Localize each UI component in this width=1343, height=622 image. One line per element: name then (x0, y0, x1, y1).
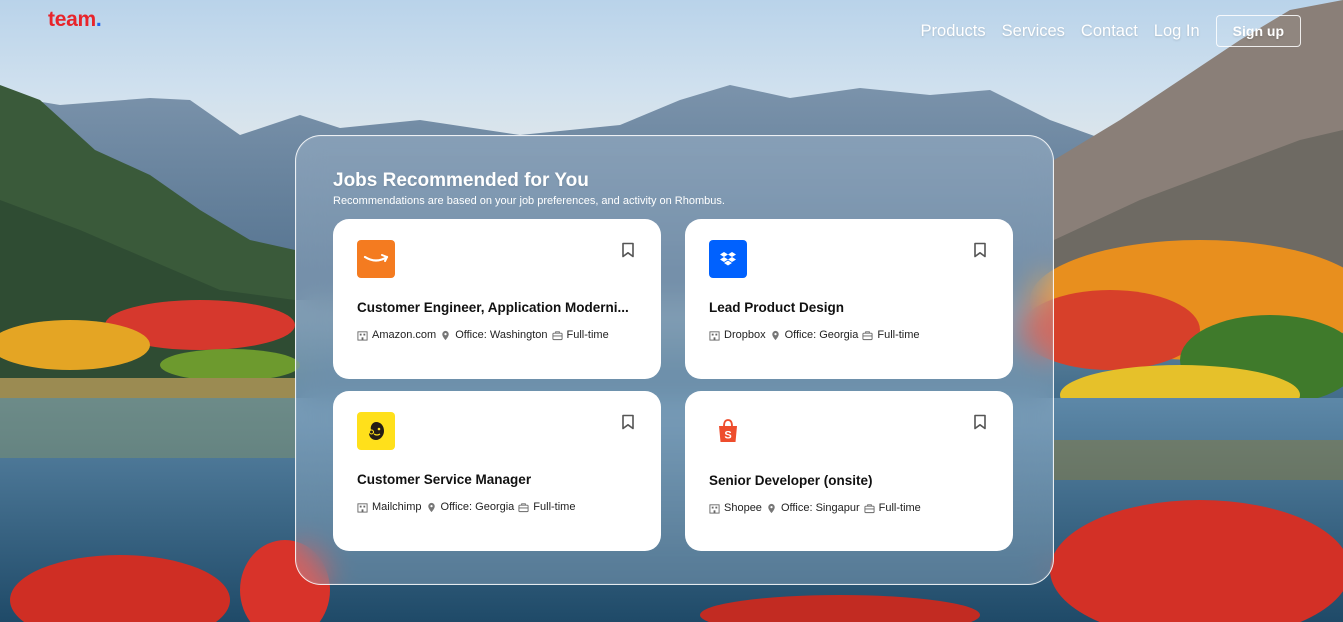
type-meta: Full-time (862, 329, 920, 341)
svg-text:S: S (724, 430, 731, 442)
type-meta: Full-time (864, 502, 921, 514)
building-icon (357, 330, 368, 341)
bookmark-icon[interactable] (973, 242, 987, 258)
company-name: Amazon.com (372, 329, 437, 341)
panel-title: Jobs Recommended for You (333, 170, 589, 191)
location-meta: Office: Georgia (426, 501, 515, 513)
bookmark-icon[interactable] (621, 414, 635, 430)
location-meta: Office: Georgia (770, 329, 859, 341)
location-pin-icon (442, 330, 449, 340)
top-nav: Products Services Contact Log In Sign up (921, 15, 1301, 47)
nav-services[interactable]: Services (1002, 22, 1065, 41)
type-meta: Full-time (518, 501, 575, 513)
location-meta: Office: Washington (440, 329, 548, 341)
job-location: Office: Singapur (780, 502, 860, 514)
bookmark-icon[interactable] (621, 242, 635, 258)
job-location: Office: Georgia (784, 329, 859, 341)
job-meta: Dropbox Office: Georgia Full-time (709, 329, 924, 341)
briefcase-icon (518, 502, 529, 512)
job-card-dropbox[interactable]: Lead Product Design Dropbox Office: Geor… (685, 219, 1013, 379)
job-title[interactable]: Customer Engineer, Application Moderni..… (357, 300, 637, 315)
nav-products[interactable]: Products (921, 22, 986, 41)
page: team. Products Services Contact Log In S… (0, 0, 1343, 622)
location-pin-icon (427, 502, 435, 512)
bookmark-icon[interactable] (973, 414, 987, 430)
company-name: Shopee (724, 502, 762, 514)
type-meta: Full-time (551, 329, 609, 341)
brand-dot: . (95, 8, 102, 31)
company-meta: Mailchimp (357, 501, 422, 513)
signup-button[interactable]: Sign up (1215, 15, 1301, 47)
job-meta: Amazon.com Office: Washington Full-time (357, 329, 613, 341)
building-icon (709, 503, 720, 514)
dropbox-logo-icon (709, 240, 747, 278)
job-meta: Shopee Office: Singapur Full-time (709, 502, 925, 514)
job-card-mailchimp[interactable]: Customer Service Manager Mailchimp Offic… (333, 391, 661, 551)
job-title[interactable]: Lead Product Design (709, 300, 989, 315)
job-card-shopee[interactable]: S Senior Developer (onsite) Shopee Offic… (685, 391, 1013, 551)
job-type: Full-time (566, 329, 609, 341)
briefcase-icon (864, 503, 875, 513)
briefcase-icon (862, 330, 873, 340)
recommended-jobs-panel: Jobs Recommended for You Recommendations… (295, 135, 1054, 585)
building-icon (709, 330, 720, 341)
job-meta: Mailchimp Office: Georgia Full-time (357, 501, 579, 513)
job-title[interactable]: Customer Service Manager (357, 472, 637, 487)
job-type: Full-time (533, 501, 576, 513)
panel-subtitle: Recommendations are based on your job pr… (333, 195, 725, 207)
amazon-logo-icon (357, 240, 395, 278)
job-type: Full-time (878, 502, 921, 514)
company-meta: Shopee (709, 502, 762, 514)
mailchimp-logo-icon (357, 412, 395, 450)
location-pin-icon (768, 503, 775, 513)
location-meta: Office: Singapur (766, 502, 860, 514)
briefcase-icon (551, 330, 563, 340)
job-location: Office: Washington (455, 329, 548, 341)
nav-login[interactable]: Log In (1154, 22, 1200, 41)
job-location: Office: Georgia (440, 501, 515, 513)
job-title[interactable]: Senior Developer (onsite) (709, 473, 989, 488)
building-icon (357, 502, 368, 513)
job-card-amazon[interactable]: Customer Engineer, Application Moderni..… (333, 219, 661, 379)
nav-contact[interactable]: Contact (1081, 22, 1138, 41)
company-name: Mailchimp (372, 501, 422, 513)
shopee-logo-icon: S (709, 412, 747, 450)
brand-logo[interactable]: team. (48, 8, 102, 32)
location-pin-icon (771, 330, 779, 340)
company-meta: Amazon.com (357, 329, 436, 341)
company-name: Dropbox (724, 329, 766, 341)
brand-name: team (48, 8, 96, 31)
job-type: Full-time (877, 329, 920, 341)
company-meta: Dropbox (709, 329, 766, 341)
